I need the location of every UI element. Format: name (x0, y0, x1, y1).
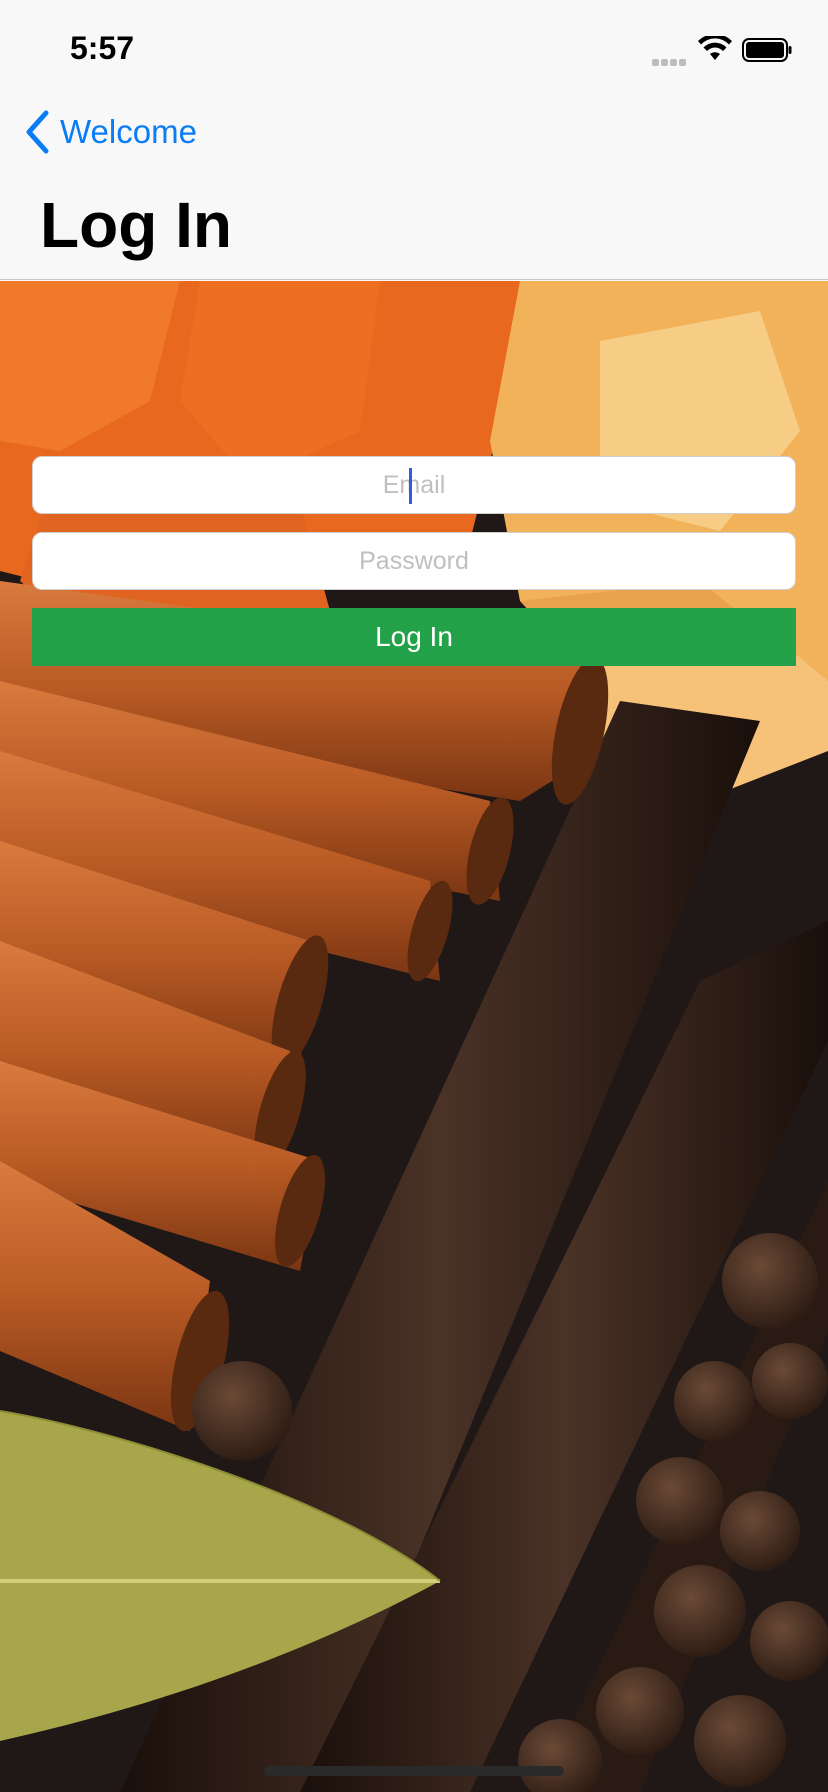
page-title: Log In (40, 189, 232, 261)
text-cursor (409, 468, 412, 504)
email-field[interactable] (32, 456, 796, 514)
email-input[interactable] (33, 457, 795, 513)
cellular-signal-icon (652, 53, 688, 71)
back-button[interactable]: Welcome (24, 110, 197, 154)
status-time: 5:57 (70, 30, 135, 66)
password-field[interactable] (32, 532, 796, 590)
login-button[interactable]: Log In (32, 608, 796, 666)
wifi-icon (698, 36, 732, 60)
back-button-label: Welcome (60, 113, 197, 150)
home-indicator[interactable] (264, 1766, 564, 1776)
password-input[interactable] (33, 533, 795, 589)
navigation-bar: Welcome Log In (0, 100, 828, 280)
status-bar: 5:57 (0, 0, 828, 100)
chevron-left-icon (26, 110, 49, 154)
battery-icon (742, 38, 792, 62)
